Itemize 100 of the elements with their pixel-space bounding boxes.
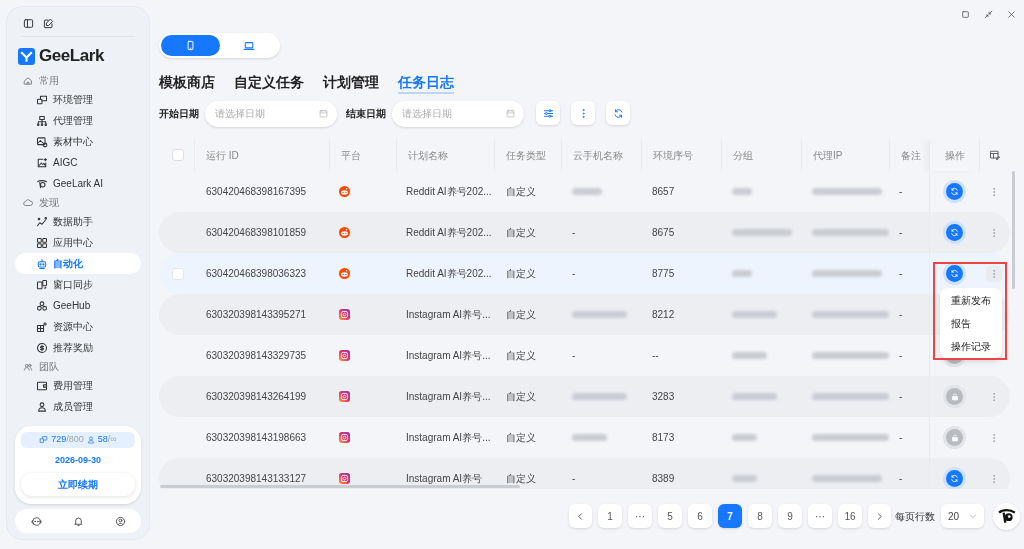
column-header: 计划名称 xyxy=(408,148,448,163)
column-header: 任务类型 xyxy=(506,148,546,163)
calendar-icon xyxy=(506,108,515,118)
brand-name: GeeLark xyxy=(39,45,105,68)
tab[interactable]: 计划管理 xyxy=(323,73,379,94)
nav-item[interactable]: 应用中心 xyxy=(15,232,141,253)
panel-icon xyxy=(23,17,34,29)
cloud-icon xyxy=(23,197,33,208)
select-all-checkbox[interactable] xyxy=(171,149,184,161)
refresh-button[interactable] xyxy=(606,101,630,125)
page-button[interactable]: 1 xyxy=(598,504,622,528)
previous-page-button[interactable] xyxy=(569,504,592,528)
page-size-select[interactable]: 20 xyxy=(941,504,984,528)
column-settings-button[interactable] xyxy=(988,149,1001,161)
page-button[interactable]: 8 xyxy=(748,504,772,528)
vertical-scrollbar[interactable] xyxy=(1012,171,1015,289)
republish-button[interactable] xyxy=(946,224,963,241)
blurred-text xyxy=(732,311,777,318)
edit-button[interactable] xyxy=(43,17,54,29)
page-button[interactable]: 7 xyxy=(718,504,742,528)
nav-item[interactable]: 自动化 xyxy=(15,253,141,274)
table-cell-text: -- xyxy=(652,349,659,363)
locked-button[interactable] xyxy=(946,388,963,405)
cubes-icon xyxy=(36,299,48,312)
grid-plus-icon xyxy=(36,320,48,333)
table-cell-text: 630320398143133127 xyxy=(206,472,307,486)
blurred-text xyxy=(812,270,882,277)
close-button[interactable] xyxy=(1007,9,1016,19)
row-more-button[interactable] xyxy=(986,265,1002,282)
filter-label: 开始日期 xyxy=(159,106,199,121)
nav-item[interactable]: 素材中心 xyxy=(15,131,141,152)
home-icon xyxy=(23,75,33,86)
page-button[interactable]: 5 xyxy=(658,504,682,528)
nav-item[interactable]: 环境管理 xyxy=(15,89,141,110)
panel-toggle-button[interactable] xyxy=(23,17,34,29)
tab[interactable]: 任务日志 xyxy=(398,73,454,94)
account-button[interactable] xyxy=(114,515,126,527)
nav-item[interactable]: 窗口同步 xyxy=(15,274,141,295)
page-button[interactable]: 9 xyxy=(778,504,802,528)
nav-item[interactable]: 资源中心 xyxy=(15,316,141,337)
nav-item[interactable]: GeeHub xyxy=(15,295,141,316)
menu-item[interactable]: 重新发布 xyxy=(940,289,1002,312)
table-cell-text: 8212 xyxy=(652,308,675,322)
republish-button[interactable] xyxy=(946,470,963,487)
nav-item[interactable]: 代理管理 xyxy=(15,110,141,131)
column-header: 代理IP xyxy=(813,148,843,163)
filter-button[interactable] xyxy=(536,101,560,125)
devices-icon xyxy=(36,278,48,291)
menu-item[interactable]: 操作记录 xyxy=(940,335,1002,358)
nav-item[interactable]: 费用管理 xyxy=(15,375,141,396)
table-cell-text: 630320398143198663 xyxy=(206,431,307,445)
dollar-icon xyxy=(36,341,48,354)
date-field[interactable]: 请选择日期 xyxy=(205,100,337,127)
tab[interactable]: 自定义任务 xyxy=(234,73,304,94)
table-cell-text: Instagram AI养号... xyxy=(406,390,491,404)
refresh-icon xyxy=(950,474,959,483)
nav-item[interactable]: 成员管理 xyxy=(15,396,141,417)
table-cell-text: Instagram AI养号... xyxy=(406,349,491,363)
table-cell-text: 630420468398101859 xyxy=(206,226,307,240)
table-cell-text: Reddit AI养号202... xyxy=(406,226,492,240)
assistant-button[interactable] xyxy=(993,502,1020,530)
table-cell-text: Instagram AI养号 xyxy=(406,472,483,486)
filter-label: 结束日期 xyxy=(346,106,386,121)
table-edit-icon xyxy=(988,149,1001,161)
more-button[interactable] xyxy=(571,101,595,125)
row-checkbox[interactable] xyxy=(171,267,184,280)
page-button[interactable]: ··· xyxy=(628,504,652,528)
table-cell-text: 630420468398036323 xyxy=(206,267,307,281)
page-button[interactable]: ··· xyxy=(808,504,832,528)
table-cell-text: 自定义 xyxy=(506,431,536,445)
page-button[interactable]: 6 xyxy=(688,504,712,528)
restore-button[interactable] xyxy=(961,9,970,19)
support-button[interactable] xyxy=(30,515,42,527)
table-cell-text: - xyxy=(899,390,903,404)
eye-icon xyxy=(36,177,48,190)
locked-button[interactable] xyxy=(946,429,963,446)
chevron-right-icon xyxy=(875,511,884,521)
republish-button[interactable] xyxy=(946,265,963,282)
collapse-button[interactable] xyxy=(984,9,993,19)
page-button[interactable]: 16 xyxy=(838,504,862,528)
table-cell-text: 自定义 xyxy=(506,226,536,240)
notification-button[interactable] xyxy=(72,515,84,527)
tab[interactable]: 模板商店 xyxy=(159,73,215,94)
next-page-button[interactable] xyxy=(868,504,891,528)
nav-item[interactable]: 数据助手 xyxy=(15,211,141,232)
nav-item[interactable]: GeeLark AI xyxy=(15,173,141,194)
column-header: 操作 xyxy=(944,148,965,163)
table-cell-text: Instagram AI养号... xyxy=(406,308,491,322)
horizontal-scrollbar[interactable] xyxy=(160,485,520,488)
republish-button[interactable] xyxy=(946,183,963,200)
renew-button[interactable]: 立即续期 xyxy=(21,473,135,496)
nav-item[interactable]: 推荐奖励 xyxy=(15,337,141,358)
nav-item[interactable]: AIGC xyxy=(15,152,141,173)
person-icon xyxy=(86,435,95,444)
section-heading: 团队 xyxy=(39,360,59,374)
table-cell-text: - xyxy=(899,431,903,445)
menu-item[interactable]: 报告 xyxy=(940,312,1002,335)
phone-tab[interactable] xyxy=(161,35,220,56)
blurred-text xyxy=(732,270,752,277)
date-field[interactable]: 请选择日期 xyxy=(392,100,524,127)
